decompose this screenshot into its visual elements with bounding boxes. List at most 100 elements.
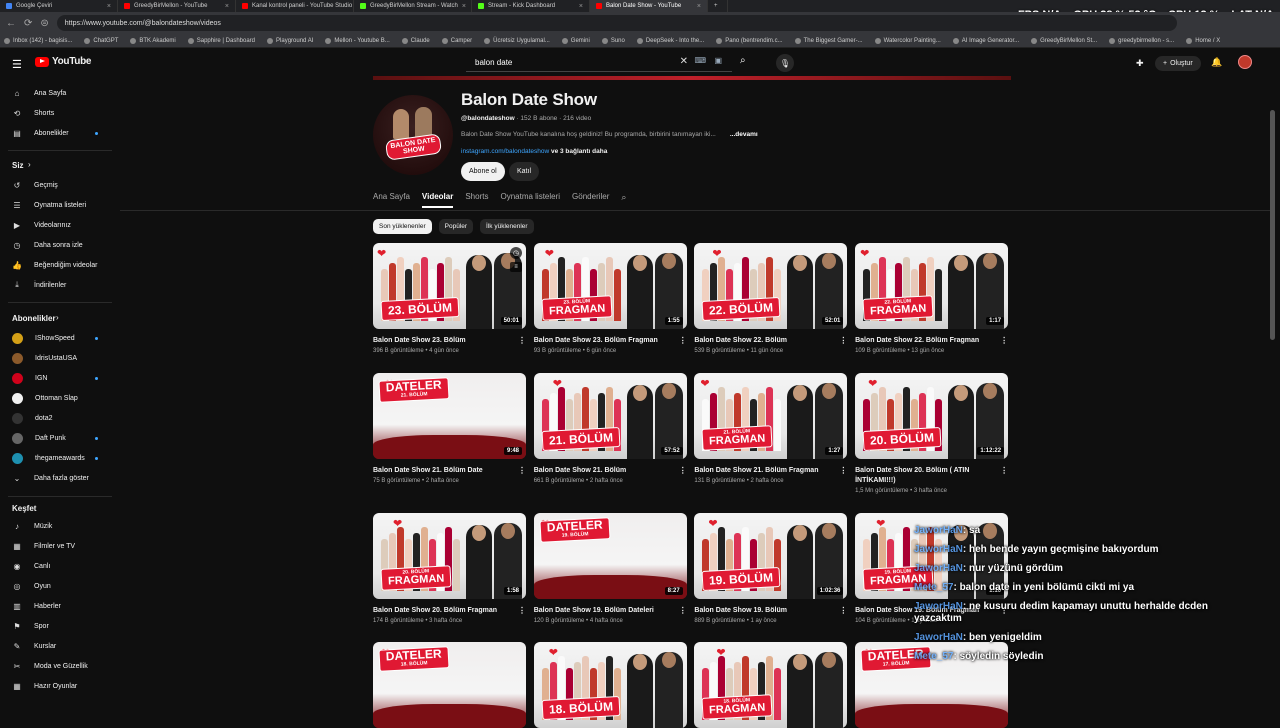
sidebar-explore-item[interactable]: ⚑ Spor [12,619,112,633]
video-thumbnail[interactable]: ❤DATELER21. BÖLÜM9:48 [373,373,526,459]
more-vert-icon[interactable]: ⋮ [839,466,847,476]
sidebar-explore-item[interactable]: ✂ Moda ve Güzellik [12,659,112,673]
translate-icon[interactable]: ▣ [714,56,722,65]
bookmark-item[interactable]: Sapphire | Dashboard [187,37,255,44]
bookmark-item[interactable]: Pano (bentrendim.c... [716,37,783,44]
bookmark-item[interactable]: Watercolor Painting... [874,37,941,44]
instagram-link[interactable]: instagram.com/balondateshow [461,148,549,155]
back-icon[interactable]: ← [6,18,16,29]
menu-icon[interactable]: ☰ [12,58,22,71]
video-card[interactable]: ❤DATELER18. BÖLÜM [373,642,526,728]
sidebar-you-item[interactable]: ◷ Daha sonra izle [12,238,112,252]
video-card[interactable]: ❤ 22. BÖLÜM FRAGMAN 1:17 Balon Date Show 22.… [855,243,1009,354]
tab-3[interactable]: Oynatma listeleri [500,192,560,208]
page-scrollbar[interactable] [1270,110,1275,340]
more-vert-icon[interactable]: ⋮ [679,336,687,346]
keyboard-icon[interactable]: ⌨ [694,56,706,65]
more-vert-icon[interactable]: ⋮ [679,606,687,616]
video-thumbnail[interactable]: ❤DATELER18. BÖLÜM [373,642,526,728]
video-card[interactable]: ❤ 20. BÖLÜM 1:12:22 Balon Date Show 20. Böl… [855,373,1009,494]
sidebar-explore-item[interactable]: ♪ Müzik [12,519,112,533]
bookmark-item[interactable]: AI Image Generator... [952,37,1019,44]
video-thumbnail[interactable]: ❤ 20. BÖLÜM 1:12:22 [855,373,1009,459]
browser-tab[interactable]: Stream - Kick Dashboard × [472,0,590,12]
filter-chip[interactable]: Son yüklenenler [373,219,432,234]
youtube-logo[interactable]: YouTube [35,56,92,67]
account-avatar[interactable] [1238,55,1252,69]
video-thumbnail[interactable]: ❤ 23. BÖLÜM FRAGMAN 1:55 [533,243,687,329]
sidebar-subscription[interactable]: Ottoman Slap [12,391,112,405]
browser-tab[interactable]: Balon Date Show - YouTube × [590,0,708,12]
bookmark-item[interactable]: Claude [401,37,430,44]
video-title[interactable]: Balon Date Show 21. Bölüm ⋮ [534,466,687,476]
tab-4[interactable]: Gönderiler [572,192,609,208]
sidebar-you-heading[interactable]: Siz [12,161,24,170]
bookmark-item[interactable]: Suno [601,37,625,44]
bookmark-item[interactable]: BTK Akademi [130,37,176,44]
close-tab-icon[interactable]: × [579,3,583,10]
tab-0[interactable]: Ana Sayfa [373,192,410,208]
tab-2[interactable]: Shorts [465,192,488,208]
sidebar-explore-item[interactable]: ◎ Oyun [12,579,112,593]
sidebar-subscriptions-heading[interactable]: Abonelikler [12,314,56,323]
bookmark-item[interactable]: Home / X [1186,37,1220,44]
browser-tab[interactable]: Kanal kontrol paneli - YouTube Studio× [236,0,354,12]
video-card[interactable]: ❤DATELER21. BÖLÜM9:48Balon Date Show 21.… [373,373,526,484]
video-card[interactable]: ❤ 20. BÖLÜM FRAGMAN 1:58 Balon Date Show 20.… [373,513,526,624]
video-card[interactable]: ❤ 23. BÖLÜM FRAGMAN 1:55 Balon Date Show 23.… [533,243,687,354]
bookmark-item[interactable]: Playground AI [267,37,313,44]
video-thumbnail[interactable]: ❤ 22. BÖLÜM FRAGMAN 1:17 [855,243,1009,329]
video-card[interactable]: ❤ 18. BÖLÜM [533,642,687,728]
bookmark-item[interactable]: Mellon - Youtube B... [325,37,390,44]
video-thumbnail[interactable]: ❤ 18. BÖLÜM FRAGMAN [694,642,848,728]
video-card[interactable]: ❤ 18. BÖLÜM FRAGMAN [694,642,848,728]
video-card[interactable]: ❤DATELER19. BÖLÜM8:27Balon Date Show 19.… [533,513,687,624]
sidebar-item-2[interactable]: ▤ Abonelikler [12,126,112,140]
more-vert-icon[interactable]: ⋮ [839,606,847,616]
url-field[interactable]: https://www.youtube.com/@balondateshow/v… [56,15,1177,31]
site-info-icon[interactable]: ⊜ [40,18,48,29]
video-title[interactable]: Balon Date Show 20. Bölüm ( ATIN İNTİKAM… [855,466,1008,486]
bookmark-item[interactable]: ChatGPT [84,37,118,44]
filter-chip[interactable]: Popüler [438,219,474,234]
more-links[interactable]: ve 3 bağlantı daha [549,148,607,155]
video-title[interactable]: Balon Date Show 21. Bölüm Fragman ⋮ [694,466,847,476]
close-tab-icon[interactable]: × [225,3,229,10]
channel-search-icon[interactable]: ⌕ [621,192,626,208]
video-thumbnail[interactable]: ❤ 19. BÖLÜM 1:02:36 [694,513,848,599]
sidebar-subscription[interactable]: thegameawards [12,451,112,465]
watch-later-icon[interactable]: ◷ [510,247,522,259]
mic-icon[interactable]: 🎙 [776,54,794,72]
bookmark-item[interactable]: The Biggest Gamer-... [794,37,863,44]
notifications-bell-icon[interactable]: 🔔 [1211,57,1222,68]
show-more-button[interactable]: ⌄ Daha fazla göster [12,471,112,485]
description-more[interactable]: ...devamı [730,131,758,138]
browser-tab[interactable]: GreedyBirMellon - YouTube × [118,0,236,12]
sidebar-item-0[interactable]: ⌂ Ana Sayfa [12,86,112,100]
browser-tab[interactable]: Google Çeviri × [0,0,118,12]
sidebar-explore-item[interactable]: ▦ Hazır Oyunlar [12,679,112,693]
channel-avatar[interactable]: BALON DATE SHOW [373,95,453,175]
sidebar-explore-item[interactable]: ▦ Filmler ve TV [12,539,112,553]
video-card[interactable]: ❤ 21. BÖLÜM 57:52 Balon Date Show 21. Bölüm… [533,373,687,484]
filter-chip[interactable]: İlk yüklenenler [480,219,534,234]
new-tab-icon[interactable]: + [708,0,728,12]
close-tab-icon[interactable]: × [462,3,466,10]
video-card[interactable]: ❤ 19. BÖLÜM 1:02:36 Balon Date Show 19. Böl… [694,513,848,624]
video-title[interactable]: Balon Date Show 19. Bölüm ⋮ [694,606,847,616]
more-vert-icon[interactable]: ⋮ [518,336,526,346]
subscribe-button[interactable]: Abone ol [461,162,505,181]
video-card[interactable]: ❤ 22. BÖLÜM 52:01 Balon Date Show 22. Bölüm… [694,243,848,354]
search-input[interactable]: balon date ✕ ⌨ ▣ [466,54,732,72]
video-title[interactable]: Balon Date Show 22. Bölüm ⋮ [694,336,847,346]
studio-icon[interactable]: ✚ [1136,58,1144,69]
tab-1[interactable]: Videolar [421,192,454,208]
sidebar-subscription[interactable]: dota2 [12,411,112,425]
create-button[interactable]: + Oluştur [1155,56,1201,71]
bookmark-item[interactable]: DeepSeek - Into the... [636,37,704,44]
video-thumbnail[interactable]: ❤ 20. BÖLÜM FRAGMAN 1:58 [373,513,526,599]
video-thumbnail[interactable]: ❤ 23. BÖLÜM 50:01 ◷ ≡ [373,243,526,329]
video-card[interactable]: ❤ 23. BÖLÜM 50:01 ◷ ≡ Balon Date Show 23. Böl… [373,243,526,354]
video-thumbnail[interactable]: ❤ 21. BÖLÜM FRAGMAN 1:27 [694,373,848,459]
sidebar-you-item[interactable]: ☰ Oynatma listeleri [12,198,112,212]
